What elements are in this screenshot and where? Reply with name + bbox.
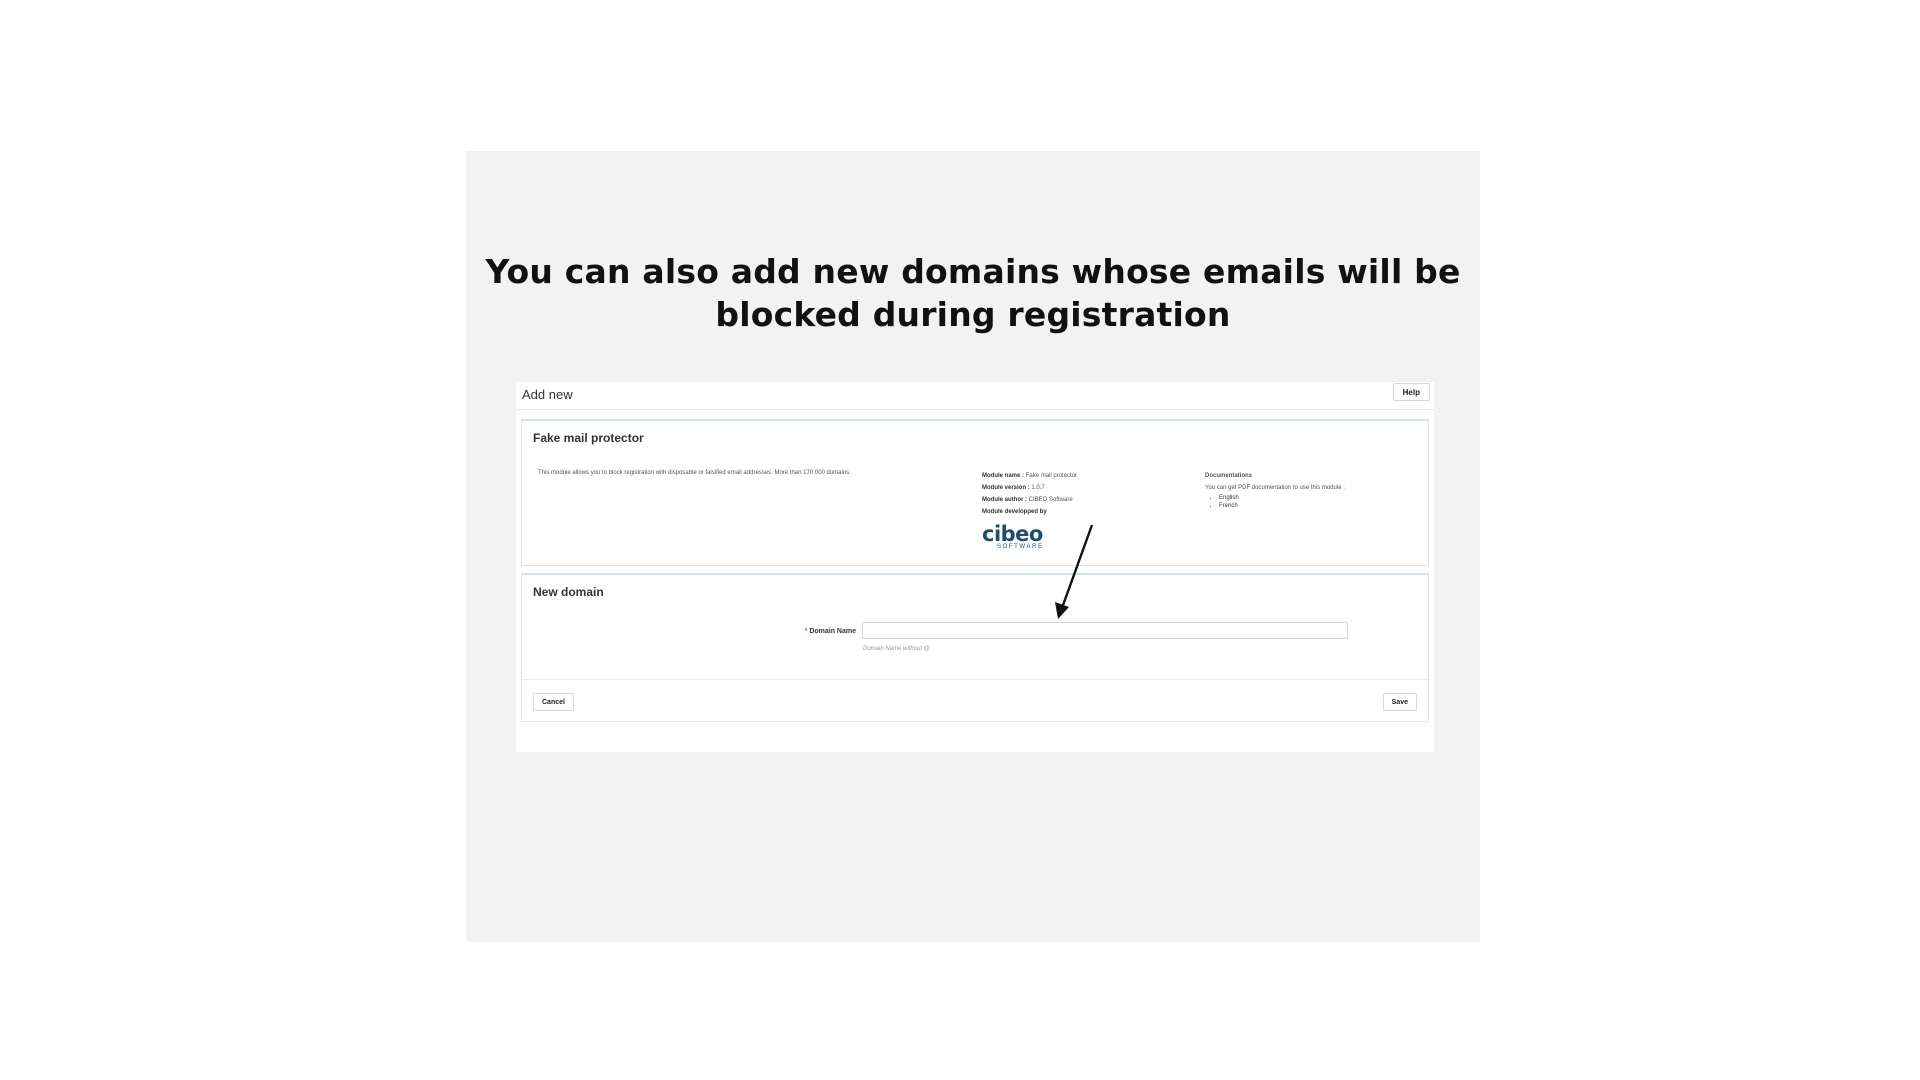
module-description: This module allows you to block registra… <box>538 470 851 476</box>
module-author-row: Module author : CIBEO Software <box>982 494 1077 506</box>
module-name-label: Module name : <box>982 473 1025 479</box>
headline-line-2: blocked during registration <box>715 295 1231 334</box>
module-name-value: Fake mail protector <box>1025 473 1078 479</box>
domain-name-input[interactable] <box>862 622 1348 639</box>
domain-name-help: Domain Name without @ <box>863 646 930 652</box>
module-name-row: Module name : Fake mail protector <box>982 470 1077 482</box>
module-author-label: Module author : <box>982 497 1027 503</box>
pointer-arrow-icon <box>1055 524 1094 619</box>
documentation-section: Documentations You can get PDF documenta… <box>1205 470 1345 510</box>
slide: You can also add new domains whose email… <box>466 151 1480 942</box>
developed-by-label: Module developped by <box>982 509 1047 515</box>
cancel-button[interactable]: Cancel <box>533 693 574 711</box>
module-version-label: Module version : <box>982 485 1030 491</box>
admin-screenshot: Add new Help Fake mail protector This mo… <box>516 382 1434 752</box>
arrow-shaft <box>1060 524 1094 609</box>
module-info-panel: Fake mail protector This module allows y… <box>521 419 1429 566</box>
module-version-value: 1.0.7 <box>1031 485 1045 491</box>
developed-by-row: Module developped by <box>982 506 1077 518</box>
required-marker: * <box>804 628 808 635</box>
new-domain-title: New domain <box>533 585 604 599</box>
docs-list: English French <box>1205 494 1345 510</box>
page-header: Add new Help <box>516 382 1434 410</box>
arrow-head <box>1055 602 1069 619</box>
docs-text: You can get PDF documentation to use thi… <box>1205 485 1345 491</box>
save-button[interactable]: Save <box>1382 693 1417 711</box>
module-meta: Module name : Fake mail protector Module… <box>982 470 1077 518</box>
domain-name-label-text: Domain Name <box>809 628 856 635</box>
domain-name-label: * Domain Name <box>796 628 856 635</box>
logo-mark: cibeo <box>982 522 1043 546</box>
page-title: Add new <box>522 387 573 402</box>
module-version-row: Module version : 1.0.7 <box>982 482 1077 494</box>
headline-line-1: You can also add new domains whose email… <box>485 252 1461 291</box>
module-panel-title: Fake mail protector <box>533 431 644 445</box>
cibeo-logo: cibeo SOFTWARE <box>982 524 1048 551</box>
form-footer: Cancel Save <box>522 679 1428 723</box>
docs-link-english[interactable]: English <box>1219 494 1345 502</box>
module-author-value: CIBEO Software <box>1028 497 1073 503</box>
new-domain-panel: New domain * Domain Name Domain Name with… <box>521 573 1429 722</box>
slide-headline: You can also add new domains whose email… <box>466 250 1480 336</box>
docs-title: Documentations <box>1205 473 1253 479</box>
docs-link-french[interactable]: French <box>1219 502 1345 510</box>
help-button[interactable]: Help <box>1392 383 1430 401</box>
